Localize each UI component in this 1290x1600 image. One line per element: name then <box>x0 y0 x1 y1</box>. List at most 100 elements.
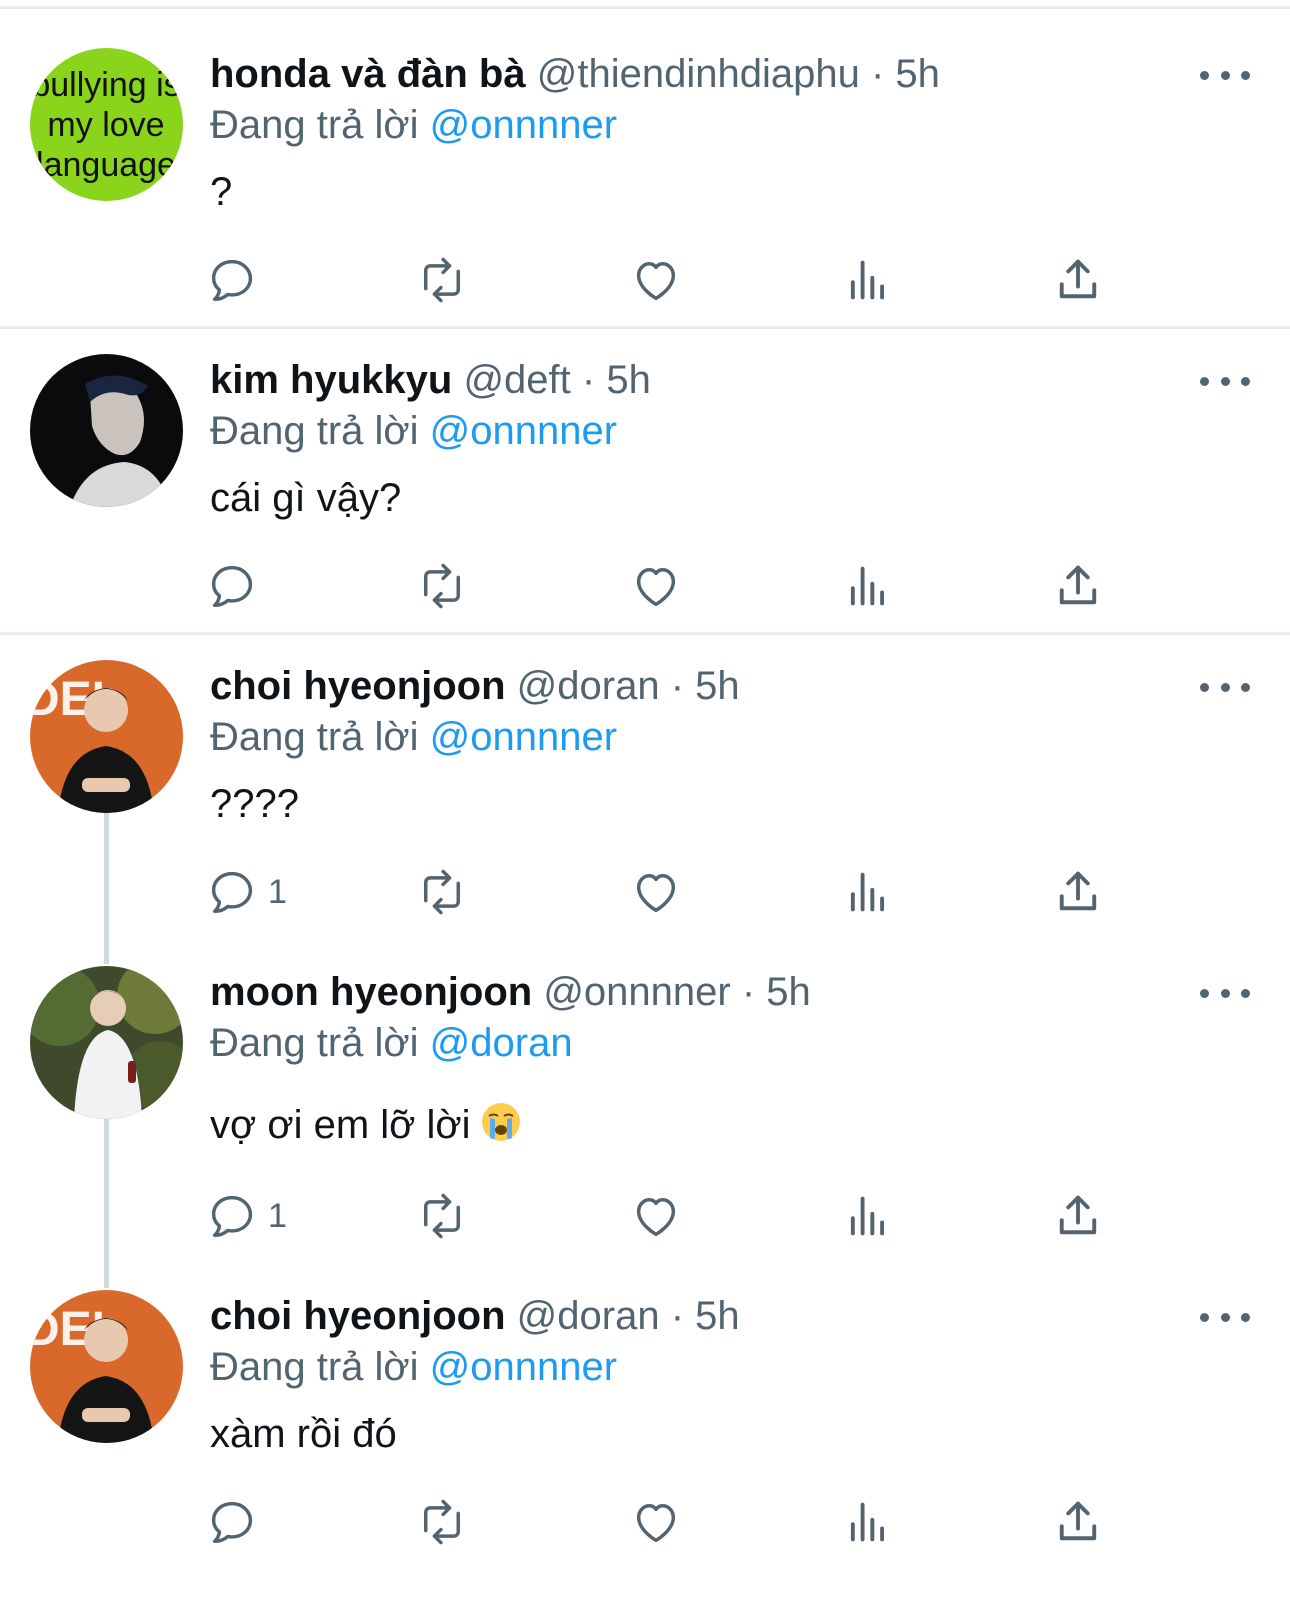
display-name[interactable]: honda và đàn bà <box>210 52 526 96</box>
reply-mention[interactable]: @onnnner <box>430 1345 617 1389</box>
share-icon <box>1059 565 1097 605</box>
more-icon[interactable] <box>1200 60 1250 90</box>
separator-dot: · <box>670 664 685 708</box>
reply-mention[interactable]: @onnnner <box>430 715 617 759</box>
timestamp[interactable]: 5h <box>766 970 811 1014</box>
separator-dot: · <box>670 1294 685 1338</box>
retweet-icon <box>424 1499 460 1545</box>
share-icon <box>1059 871 1097 911</box>
like-button[interactable] <box>630 862 682 922</box>
reply-mention[interactable]: @onnnner <box>430 103 617 147</box>
share-button[interactable] <box>1052 250 1104 310</box>
views-icon <box>850 1502 885 1542</box>
like-button[interactable] <box>630 1186 682 1246</box>
reply-button[interactable]: 1 <box>206 862 287 922</box>
like-button[interactable] <box>630 556 682 616</box>
views-icon <box>850 1196 885 1236</box>
replying-to: Đang trả lời @onnnner <box>210 407 617 455</box>
views-button[interactable] <box>842 1492 894 1552</box>
avatar-image: DEL <box>30 1290 183 1443</box>
reply-button[interactable] <box>206 250 268 310</box>
timestamp[interactable]: 5h <box>895 52 940 96</box>
avatar[interactable] <box>30 966 183 1119</box>
top-divider <box>0 6 1290 9</box>
loudly-crying-face-icon <box>481 1102 521 1153</box>
views-button[interactable] <box>842 556 894 616</box>
more-icon[interactable] <box>1200 1302 1250 1332</box>
avatar[interactable] <box>30 354 183 507</box>
share-button[interactable] <box>1052 862 1104 922</box>
timestamp[interactable]: 5h <box>606 358 651 402</box>
like-button[interactable] <box>630 1492 682 1552</box>
replying-label: Đang trả lời <box>210 1021 419 1065</box>
retweet-button[interactable] <box>416 556 468 616</box>
user-handle[interactable]: @doran <box>517 664 660 708</box>
retweet-button[interactable] <box>416 862 468 922</box>
avatar[interactable]: bullying is my love language <box>30 48 183 201</box>
reply-icon <box>211 871 253 914</box>
views-button[interactable] <box>842 1186 894 1246</box>
timestamp[interactable]: 5h <box>695 664 740 708</box>
action-bar <box>0 556 1290 616</box>
retweet-button[interactable] <box>416 250 468 310</box>
replying-to: Đang trả lời @onnnner <box>210 101 617 149</box>
reply-mention[interactable]: @onnnner <box>430 409 617 453</box>
retweet-icon <box>424 1193 460 1239</box>
replying-label: Đang trả lời <box>210 103 419 147</box>
like-icon <box>636 874 676 913</box>
reply-count: 1 <box>268 1196 287 1235</box>
tweet-divider <box>0 326 1290 329</box>
avatar[interactable]: DEL <box>30 660 183 813</box>
more-icon[interactable] <box>1200 672 1250 702</box>
display-name[interactable]: moon hyeonjoon <box>210 970 532 1014</box>
share-button[interactable] <box>1052 1186 1104 1246</box>
avatar-image <box>30 354 183 507</box>
replying-to: Đang trả lời @doran <box>210 1019 573 1067</box>
tweet-header: moon hyeonjoon @onnnner · 5h <box>210 968 811 1016</box>
action-bar: 1 <box>0 862 1290 922</box>
avatar[interactable]: DEL <box>30 1290 183 1443</box>
display-name[interactable]: choi hyeonjoon <box>210 664 506 708</box>
retweet-button[interactable] <box>416 1186 468 1246</box>
tweet-text-content: vợ ơi em lỡ lời <box>210 1103 471 1147</box>
reply-icon <box>211 565 253 608</box>
separator-dot: · <box>581 358 596 402</box>
display-name[interactable]: choi hyeonjoon <box>210 1294 506 1338</box>
user-handle[interactable]: @doran <box>517 1294 660 1338</box>
like-icon <box>636 1198 676 1237</box>
reply-button[interactable]: 1 <box>206 1186 287 1246</box>
reply-mention[interactable]: @doran <box>430 1021 573 1065</box>
user-handle[interactable]: @onnnner <box>543 970 730 1014</box>
replying-label: Đang trả lời <box>210 715 419 759</box>
views-icon <box>850 872 885 912</box>
tweet-text: ???? <box>210 782 299 826</box>
views-button[interactable] <box>842 862 894 922</box>
reply-icon <box>211 1501 253 1544</box>
user-handle[interactable]: @deft <box>463 358 570 402</box>
separator-dot: · <box>870 52 885 96</box>
share-button[interactable] <box>1052 1492 1104 1552</box>
avatar-text-2: my love <box>47 106 164 144</box>
separator-dot: · <box>741 970 756 1014</box>
more-icon[interactable] <box>1200 978 1250 1008</box>
display-name[interactable]: kim hyukkyu <box>210 358 452 402</box>
views-button[interactable] <box>842 250 894 310</box>
share-icon <box>1059 1501 1097 1541</box>
tweet-header: choi hyeonjoon @doran · 5h <box>210 662 740 710</box>
action-bar <box>0 1492 1290 1552</box>
avatar-text-3: language <box>36 146 176 184</box>
avatar-text-1: bullying is <box>31 66 180 104</box>
like-icon <box>636 262 676 301</box>
like-button[interactable] <box>630 250 682 310</box>
replying-label: Đang trả lời <box>210 409 419 453</box>
reply-icon <box>211 1195 253 1238</box>
replying-label: Đang trả lời <box>210 1345 419 1389</box>
retweet-button[interactable] <box>416 1492 468 1552</box>
action-bar <box>0 250 1290 310</box>
more-icon[interactable] <box>1200 366 1250 396</box>
reply-button[interactable] <box>206 1492 268 1552</box>
share-button[interactable] <box>1052 556 1104 616</box>
user-handle[interactable]: @thiendinhdiaphu <box>537 52 860 96</box>
reply-button[interactable] <box>206 556 268 616</box>
timestamp[interactable]: 5h <box>695 1294 740 1338</box>
